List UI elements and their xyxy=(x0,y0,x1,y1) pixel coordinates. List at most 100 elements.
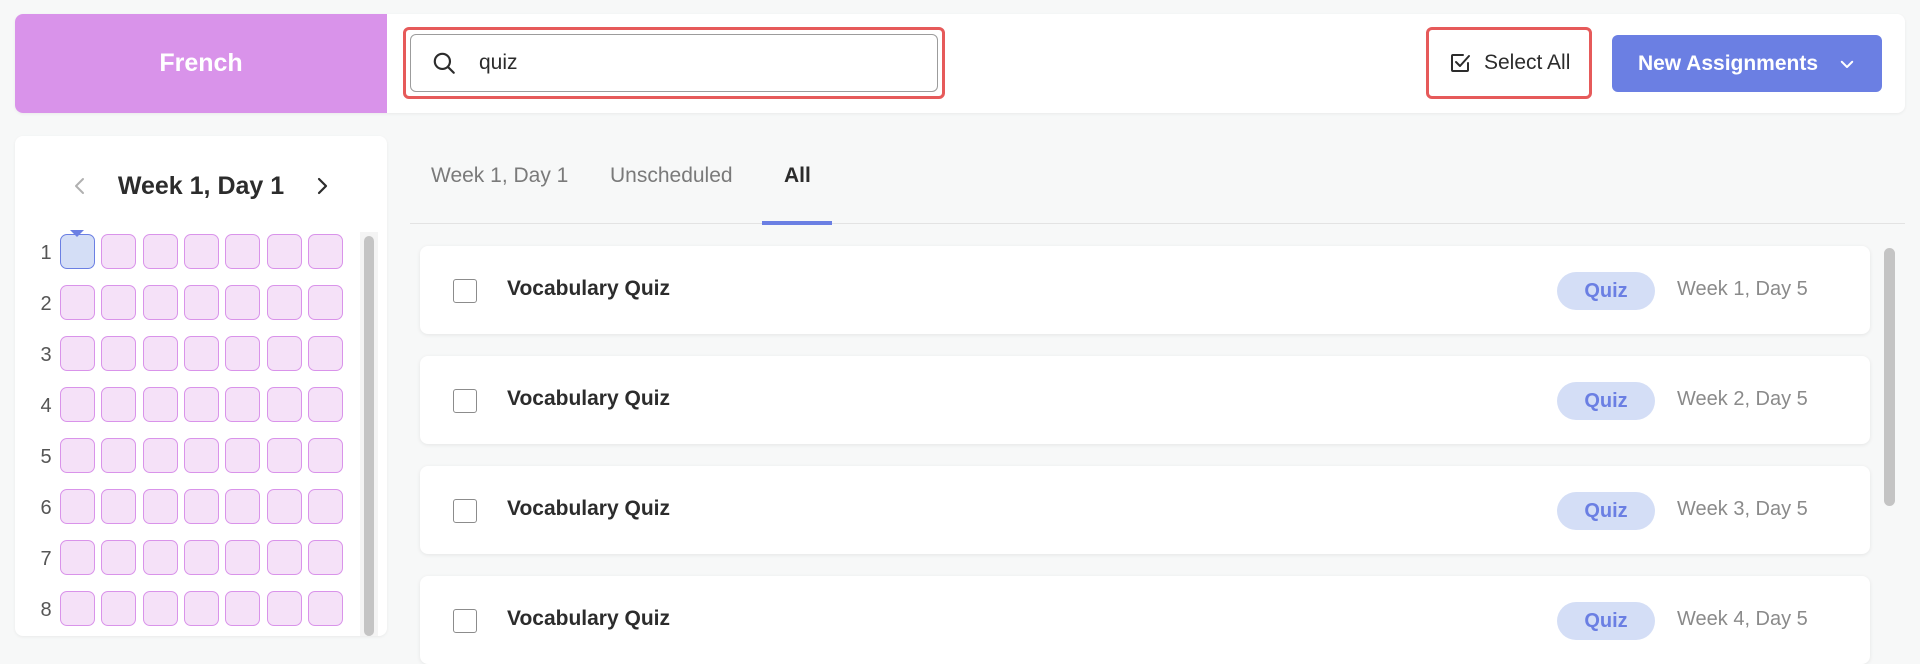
day-cell[interactable] xyxy=(225,489,261,524)
current-week-title: Week 1, Day 1 xyxy=(117,171,285,200)
day-cell[interactable] xyxy=(142,387,178,422)
day-cell[interactable] xyxy=(142,540,178,575)
day-cell[interactable] xyxy=(307,285,343,320)
day-cell[interactable] xyxy=(225,591,261,626)
day-cell[interactable] xyxy=(183,438,219,473)
assignment-row[interactable]: Vocabulary Quiz Quiz Week 4, Day 5 xyxy=(420,576,1870,664)
new-assignments-label: New Assignments xyxy=(1637,51,1819,75)
assignment-schedule: Week 1, Day 5 xyxy=(1677,278,1808,300)
day-cell[interactable] xyxy=(60,387,95,422)
day-cell[interactable] xyxy=(142,234,178,269)
chevron-down-icon xyxy=(1840,60,1854,68)
day-cell[interactable] xyxy=(142,438,178,473)
select-all-button[interactable]: Select All xyxy=(1430,31,1588,95)
tab-all[interactable]: All xyxy=(784,136,811,224)
day-cell[interactable] xyxy=(266,285,302,320)
day-cell[interactable] xyxy=(307,234,343,269)
week-row-number: 1 xyxy=(40,242,52,264)
day-cell[interactable] xyxy=(307,336,343,371)
day-cell[interactable] xyxy=(266,591,302,626)
assignment-type-badge: Quiz xyxy=(1557,272,1655,310)
day-cell[interactable] xyxy=(60,438,95,473)
week-row-number: 7 xyxy=(40,548,52,570)
tab-week-1-day-1[interactable]: Week 1, Day 1 xyxy=(431,136,568,224)
list-scrollbar-thumb[interactable] xyxy=(1884,248,1895,506)
day-cell[interactable] xyxy=(101,285,137,320)
week-navigator: Week 1, Day 1 xyxy=(15,164,387,208)
day-cell[interactable] xyxy=(101,489,137,524)
new-assignments-button[interactable]: New Assignments xyxy=(1612,35,1882,92)
day-cell[interactable] xyxy=(307,489,343,524)
day-cell[interactable] xyxy=(225,234,261,269)
day-cell[interactable] xyxy=(142,285,178,320)
assignment-title: Vocabulary Quiz xyxy=(507,607,670,630)
day-cell[interactable] xyxy=(60,285,95,320)
day-cell[interactable] xyxy=(266,438,302,473)
day-cell[interactable] xyxy=(225,387,261,422)
chevron-right-icon[interactable] xyxy=(310,174,334,198)
assignment-title: Vocabulary Quiz xyxy=(507,497,670,520)
checkbox-checked-icon xyxy=(1451,54,1470,72)
day-cell[interactable] xyxy=(266,489,302,524)
day-cell[interactable] xyxy=(183,591,219,626)
day-cell[interactable] xyxy=(60,234,95,269)
day-cell[interactable] xyxy=(183,285,219,320)
select-all-label: Select All xyxy=(1484,51,1571,74)
week-row-number: 3 xyxy=(40,344,52,366)
day-cell[interactable] xyxy=(142,591,178,626)
day-cell[interactable] xyxy=(225,285,261,320)
day-cell[interactable] xyxy=(266,336,302,371)
assignment-row[interactable]: Vocabulary Quiz Quiz Week 3, Day 5 xyxy=(420,466,1870,554)
day-cell[interactable] xyxy=(183,336,219,371)
assignment-checkbox[interactable] xyxy=(453,389,477,413)
day-cell[interactable] xyxy=(60,591,95,626)
active-tab-indicator xyxy=(762,221,832,225)
day-cell[interactable] xyxy=(101,336,137,371)
assignment-type-badge: Quiz xyxy=(1557,602,1655,640)
day-cell[interactable] xyxy=(101,591,137,626)
assignment-type-badge: Quiz xyxy=(1557,492,1655,530)
assignment-row[interactable]: Vocabulary Quiz Quiz Week 2, Day 5 xyxy=(420,356,1870,444)
day-cell[interactable] xyxy=(307,591,343,626)
course-title[interactable]: French xyxy=(15,14,387,113)
day-cell[interactable] xyxy=(225,336,261,371)
day-cell[interactable] xyxy=(101,387,137,422)
current-day-marker-icon xyxy=(70,230,84,237)
search-icon xyxy=(433,52,455,74)
tab-unscheduled[interactable]: Unscheduled xyxy=(610,136,733,224)
day-cell[interactable] xyxy=(266,387,302,422)
assignment-title: Vocabulary Quiz xyxy=(507,277,670,300)
week-row-number: 5 xyxy=(40,446,52,468)
assignment-row[interactable]: Vocabulary Quiz Quiz Week 1, Day 5 xyxy=(420,246,1870,334)
calendar-sidebar: Week 1, Day 1 1 2 3 4 5 6 7 8 xyxy=(15,136,387,636)
day-cell[interactable] xyxy=(142,336,178,371)
day-cell[interactable] xyxy=(307,438,343,473)
assignment-checkbox[interactable] xyxy=(453,279,477,303)
day-cell[interactable] xyxy=(60,540,95,575)
assignment-checkbox[interactable] xyxy=(453,499,477,523)
day-cell[interactable] xyxy=(183,234,219,269)
day-cell[interactable] xyxy=(183,540,219,575)
day-cell[interactable] xyxy=(266,540,302,575)
day-cell[interactable] xyxy=(225,438,261,473)
day-cell[interactable] xyxy=(307,387,343,422)
day-cell[interactable] xyxy=(183,387,219,422)
assignment-title: Vocabulary Quiz xyxy=(507,387,670,410)
day-cell[interactable] xyxy=(101,234,137,269)
sidebar-scrollbar-thumb[interactable] xyxy=(364,236,374,636)
day-cell[interactable] xyxy=(142,489,178,524)
day-cell[interactable] xyxy=(266,234,302,269)
assignment-checkbox[interactable] xyxy=(453,609,477,633)
assignment-schedule: Week 4, Day 5 xyxy=(1677,608,1808,630)
search-field[interactable] xyxy=(410,34,938,92)
day-cell[interactable] xyxy=(101,438,137,473)
week-row-number: 8 xyxy=(40,599,52,621)
chevron-left-icon[interactable] xyxy=(68,174,92,198)
day-cell[interactable] xyxy=(183,489,219,524)
search-input[interactable] xyxy=(479,51,919,75)
day-cell[interactable] xyxy=(307,540,343,575)
day-cell[interactable] xyxy=(225,540,261,575)
day-cell[interactable] xyxy=(101,540,137,575)
day-cell[interactable] xyxy=(60,336,95,371)
day-cell[interactable] xyxy=(60,489,95,524)
